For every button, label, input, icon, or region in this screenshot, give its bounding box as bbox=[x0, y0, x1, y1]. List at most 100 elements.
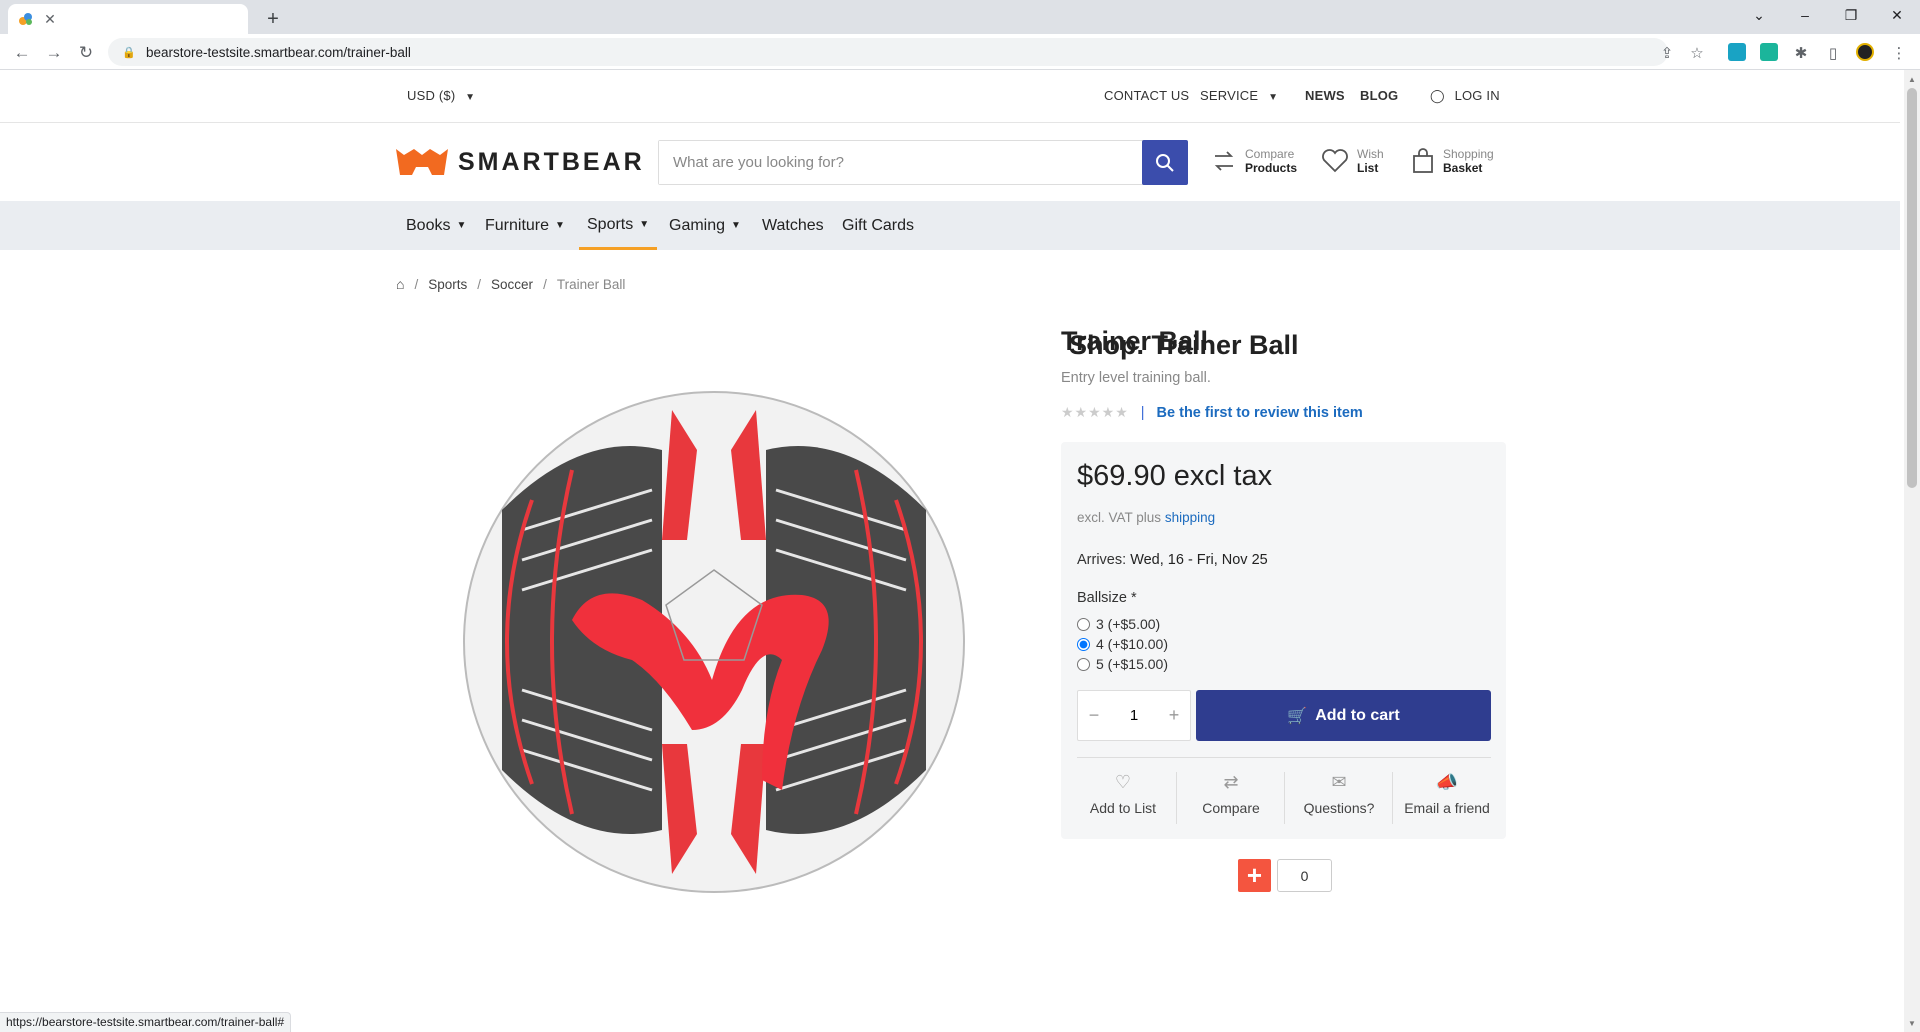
news-link[interactable]: NEWS bbox=[1305, 88, 1345, 103]
bookmark-star-icon[interactable]: ☆ bbox=[1686, 42, 1708, 64]
compare-products-link[interactable]: Compare Products bbox=[1211, 147, 1297, 175]
scroll-thumb[interactable] bbox=[1907, 88, 1917, 488]
nav-label: Furniture bbox=[485, 217, 550, 234]
ballsize-radio-3[interactable] bbox=[1077, 617, 1090, 631]
compare-icon: ⇄ bbox=[1223, 772, 1239, 792]
product-title: Trainer Ball bbox=[1061, 326, 1209, 356]
logo[interactable]: SMARTBEAR bbox=[394, 145, 645, 179]
lock-icon: 🔒 bbox=[122, 46, 136, 59]
compare-small-label: Compare bbox=[1245, 147, 1295, 161]
ballsize-option-3[interactable]: 3 (+$5.00) bbox=[1075, 616, 1160, 632]
restore-icon[interactable]: ❐ bbox=[1828, 0, 1874, 30]
heart-icon: ♡ bbox=[1114, 772, 1132, 792]
option-label: 4 (+$10.00) bbox=[1096, 636, 1168, 652]
nav-books[interactable]: Books ▼ bbox=[406, 201, 466, 250]
search-button[interactable] bbox=[1142, 140, 1188, 185]
plus-icon[interactable]: + bbox=[1158, 691, 1190, 740]
breadcrumb-separator: / bbox=[414, 276, 419, 292]
nav-sports[interactable]: Sports ▼ bbox=[579, 201, 658, 250]
breadcrumb-sports[interactable]: Sports bbox=[428, 277, 467, 292]
service-menu[interactable]: SERVICE ▼ bbox=[1200, 88, 1278, 103]
divider bbox=[1077, 757, 1491, 758]
chevron-down-icon: ▼ bbox=[1268, 92, 1279, 103]
page-scrollbar[interactable]: ▲ ▼ bbox=[1904, 70, 1920, 1032]
breadcrumb-soccer[interactable]: Soccer bbox=[491, 277, 533, 292]
action-label: Questions? bbox=[1303, 800, 1375, 816]
product-image[interactable] bbox=[462, 390, 966, 894]
cart-icon: 🛒 bbox=[1287, 707, 1308, 725]
nav-watches[interactable]: Watches bbox=[762, 201, 824, 250]
contact-us-link[interactable]: CONTACT US bbox=[1104, 88, 1189, 103]
minimize-icon[interactable]: – bbox=[1782, 0, 1828, 30]
chevron-down-icon: ▼ bbox=[465, 92, 476, 103]
user-icon: ◯ bbox=[1430, 88, 1445, 103]
ballsize-radio-5[interactable] bbox=[1077, 657, 1090, 671]
share-count: 0 bbox=[1277, 859, 1332, 892]
url-text: bearstore-testsite.smartbear.com/trainer… bbox=[146, 44, 411, 60]
shopping-basket-link[interactable]: Shopping Basket bbox=[1411, 147, 1494, 175]
quantity-input[interactable] bbox=[1110, 691, 1158, 740]
add-to-cart-button[interactable]: 🛒 Add to cart bbox=[1196, 690, 1491, 741]
rating-divider: | bbox=[1140, 404, 1145, 421]
nav-label: Sports bbox=[587, 215, 634, 233]
review-link[interactable]: Be the first to review this item bbox=[1157, 405, 1363, 421]
heart-icon bbox=[1322, 149, 1348, 173]
close-tab-icon[interactable]: ✕ bbox=[42, 11, 58, 27]
share-page-icon[interactable]: ⇪ bbox=[1656, 42, 1678, 64]
envelope-icon: ✉ bbox=[1331, 772, 1347, 792]
delivery-info: Arrives: Wed, 16 - Fri, Nov 25 bbox=[1077, 552, 1268, 568]
compare-button[interactable]: ⇄ Compare bbox=[1177, 772, 1285, 824]
scroll-down-icon[interactable]: ▼ bbox=[1904, 1016, 1920, 1030]
profile-avatar[interactable] bbox=[1856, 43, 1874, 61]
search-icon bbox=[1156, 153, 1174, 172]
add-to-list-button[interactable]: ♡ Add to List bbox=[1069, 772, 1177, 824]
side-panel-icon[interactable]: ▯ bbox=[1822, 42, 1844, 64]
wish-list-link[interactable]: Wish List bbox=[1321, 147, 1384, 175]
home-icon[interactable]: ⌂ bbox=[396, 276, 404, 292]
breadcrumb-separator: / bbox=[477, 276, 482, 292]
blog-link[interactable]: BLOG bbox=[1360, 88, 1398, 103]
extension-icon-2[interactable] bbox=[1760, 43, 1778, 61]
nav-furniture[interactable]: Furniture ▼ bbox=[485, 201, 565, 250]
ballsize-option-5[interactable]: 5 (+$15.00) bbox=[1075, 656, 1168, 672]
ballsize-label: Ballsize * bbox=[1077, 590, 1137, 606]
bear-logo-icon bbox=[396, 149, 448, 175]
currency-label: USD ($) bbox=[407, 88, 456, 103]
minus-icon[interactable]: − bbox=[1078, 691, 1110, 740]
tab-search-chevron-icon[interactable]: ⌄ bbox=[1736, 0, 1782, 30]
login-link[interactable]: ◯ LOG IN bbox=[1430, 88, 1500, 104]
shipping-link[interactable]: shipping bbox=[1165, 510, 1215, 525]
shopping-bag-icon bbox=[1413, 148, 1433, 173]
site-favicon-icon bbox=[19, 13, 32, 25]
ballsize-radio-4[interactable] bbox=[1077, 637, 1090, 651]
arrives-value: Wed, 16 - Fri, Nov 25 bbox=[1130, 552, 1268, 568]
basket-big-label: Basket bbox=[1443, 161, 1483, 175]
logo-text: SMARTBEAR bbox=[458, 147, 645, 176]
product-rating: ★★★★★ | Be the first to review this item bbox=[1061, 404, 1363, 421]
share-plus-button[interactable]: + bbox=[1238, 859, 1271, 892]
scroll-up-icon[interactable]: ▲ bbox=[1904, 72, 1920, 86]
extensions-puzzle-icon[interactable]: ✱ bbox=[1790, 42, 1812, 64]
nav-gift-cards[interactable]: Gift Cards bbox=[842, 201, 914, 250]
forward-icon[interactable]: → bbox=[42, 42, 66, 64]
extension-icon-1[interactable] bbox=[1728, 43, 1746, 61]
vat-text: excl. VAT plus bbox=[1077, 510, 1162, 525]
site-header: SMARTBEAR CompareProducts WishList Shopp… bbox=[0, 123, 1900, 201]
browser-menu-icon[interactable]: ⋮ bbox=[1888, 42, 1910, 64]
ballsize-option-4[interactable]: 4 (+$10.00) bbox=[1075, 636, 1168, 652]
wish-big-label: List bbox=[1357, 161, 1379, 175]
nav-gaming[interactable]: Gaming ▼ bbox=[669, 201, 741, 250]
questions-button[interactable]: ✉ Questions? bbox=[1285, 772, 1393, 824]
nav-label: Books bbox=[406, 217, 451, 234]
currency-selector[interactable]: USD ($) ▼ bbox=[407, 88, 475, 103]
browser-tab[interactable]: Shop. Trainer Ball ✕ bbox=[8, 4, 1299, 360]
back-icon[interactable]: ← bbox=[10, 42, 34, 64]
search-input[interactable] bbox=[659, 141, 1142, 184]
close-window-icon[interactable]: ✕ bbox=[1874, 0, 1920, 30]
new-tab-icon[interactable]: + bbox=[260, 6, 286, 32]
buy-box: $69.90 excl tax excl. VAT plus shipping … bbox=[1061, 442, 1506, 839]
vat-info: excl. VAT plus shipping bbox=[1077, 510, 1215, 525]
reload-icon[interactable]: ↻ bbox=[74, 42, 98, 64]
address-bar[interactable]: 🔒 bearstore-testsite.smartbear.com/train… bbox=[108, 38, 1668, 66]
email-friend-button[interactable]: 📣 Email a friend bbox=[1393, 772, 1501, 824]
